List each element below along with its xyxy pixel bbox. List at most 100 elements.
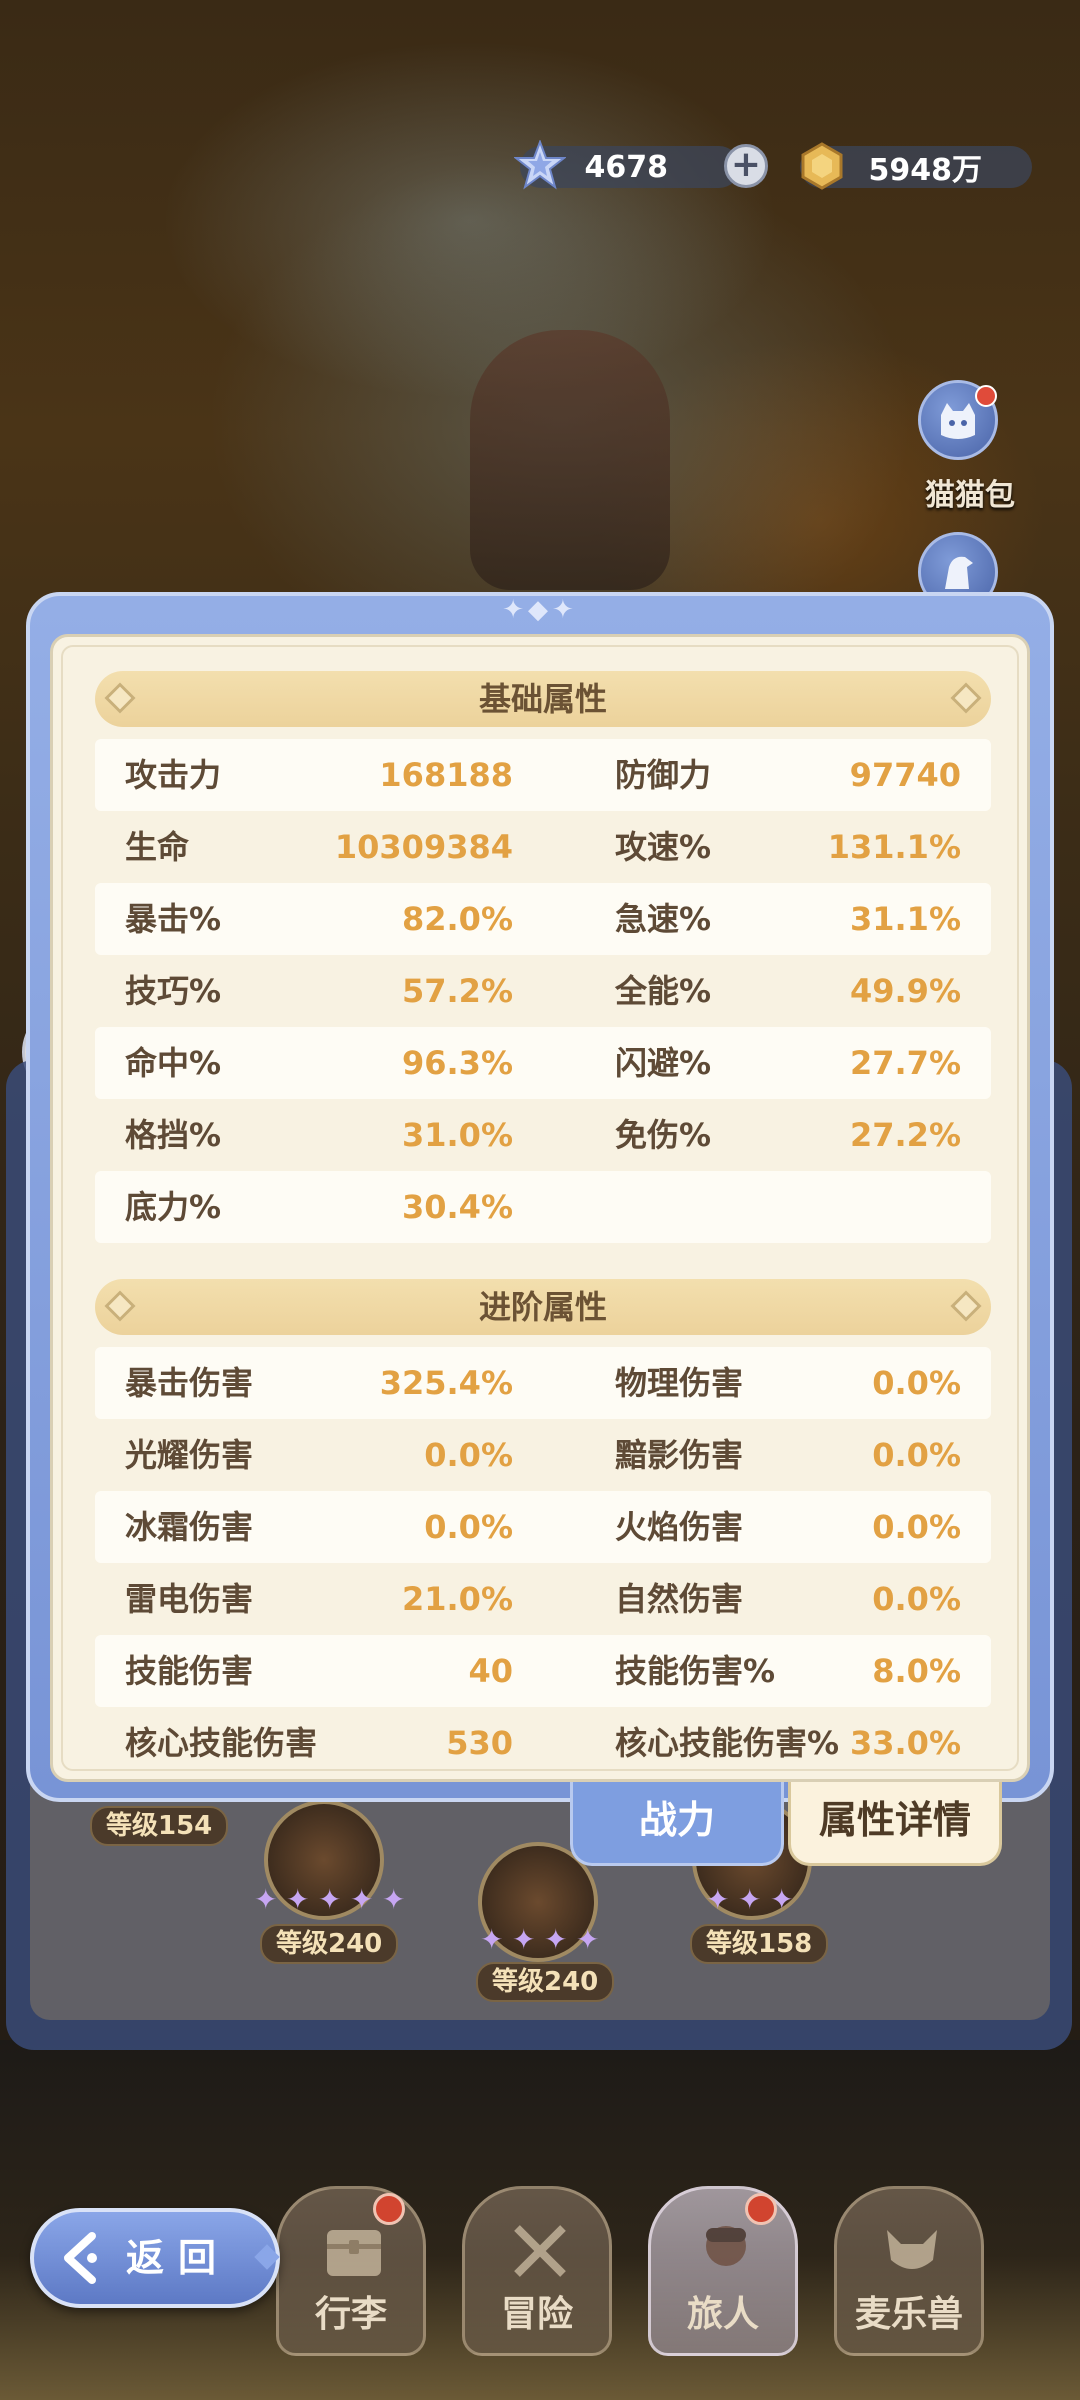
attribute-value: 325.4% [379, 1364, 513, 1402]
attribute-label: 攻击力 [125, 756, 222, 794]
nav-pets[interactable]: 麦乐兽 [834, 2186, 984, 2356]
attribute-row: 技能伤害 40 技能伤害% 8.0% [95, 1635, 991, 1707]
attribute-value: 96.3% [401, 1044, 513, 1082]
advanced-attributes-header: 进阶属性 [95, 1279, 991, 1335]
attribute-value: 10309384 [334, 828, 513, 866]
attribute-label: 冰霜伤害 [125, 1508, 254, 1546]
cat-bag-button[interactable] [918, 380, 998, 460]
gem-count: 4678 [584, 149, 669, 185]
diamond-ornament-icon [104, 1290, 136, 1322]
gem-counter: 4678 [514, 140, 740, 190]
diamond-ornament-icon [950, 1290, 982, 1322]
section-title: 进阶属性 [478, 1288, 607, 1326]
horse-icon [945, 556, 973, 589]
attribute-value: 40 [468, 1652, 513, 1690]
attribute-label: 全能% [615, 972, 712, 1010]
attribute-label: 命中% [125, 1044, 222, 1082]
nav-label: 冒险 [500, 2294, 573, 2335]
attribute-value: 27.7% [849, 1044, 961, 1082]
star-rating: ✦ ✦ ✦ ✦ ✦ [254, 1883, 406, 1916]
star-rating: ✦ ✦ ✦ [706, 1883, 794, 1916]
notification-dot [373, 2193, 405, 2225]
attribute-value: 21.0% [401, 1580, 513, 1618]
attribute-label: 闪避% [615, 1044, 712, 1082]
nav-label: 旅人 [686, 2294, 759, 2335]
back-arrow-icon [64, 2232, 97, 2284]
tab-power[interactable]: 战力 [570, 1782, 784, 1866]
attribute-label: 攻速% [615, 828, 712, 866]
diamond-ornament-icon [104, 682, 136, 714]
attribute-label: 格挡% [125, 1116, 222, 1154]
attribute-value: 0.0% [872, 1580, 961, 1618]
attribute-label: 技能伤害 [125, 1652, 254, 1690]
gold-counter: 5948万 [800, 142, 1032, 190]
attribute-label: 核心技能伤害 [125, 1724, 318, 1762]
attribute-row: 攻击力 168188 防御力 97740 [95, 739, 991, 811]
back-button[interactable]: 返回 [30, 2208, 280, 2308]
hero-character [470, 330, 670, 590]
attribute-row: 底力% 30.4% [95, 1171, 991, 1243]
notification-dot [745, 2193, 777, 2225]
back-label: 返回 [126, 2236, 231, 2280]
level-tag: 等级240 [260, 1924, 399, 1964]
attribute-label: 物理伤害 [615, 1364, 744, 1402]
attribute-value: 82.0% [401, 900, 513, 938]
nav-label: 麦乐兽 [854, 2294, 963, 2335]
attribute-label: 防御力 [615, 756, 712, 794]
attribute-label: 雷电伤害 [125, 1580, 254, 1618]
attribute-label: 暴击% [125, 900, 222, 938]
diamond-ornament-icon [950, 682, 982, 714]
fox-icon [872, 2211, 952, 2291]
attribute-row: 雷电伤害 21.0% 自然伤害 0.0% [95, 1563, 991, 1635]
star-gem-icon [514, 140, 566, 192]
attribute-value: 31.0% [401, 1116, 513, 1154]
attribute-label: 火焰伤害 [615, 1508, 744, 1546]
attribute-row: 核心技能伤害 530 核心技能伤害% 33.0% [95, 1707, 991, 1779]
attribute-value: 131.1% [827, 828, 961, 866]
attribute-label: 急速% [615, 900, 712, 938]
attribute-value: 49.9% [849, 972, 961, 1010]
level-tag: 等级158 [690, 1924, 829, 1964]
attribute-value: 0.0% [424, 1436, 513, 1474]
nav-traveler[interactable]: 旅人 [648, 2186, 798, 2356]
gold-count: 5948万 [868, 153, 983, 188]
attribute-label: 技巧% [125, 972, 222, 1010]
attribute-row: 光耀伤害 0.0% 黯影伤害 0.0% [95, 1419, 991, 1491]
nav-adventure[interactable]: 冒险 [462, 2186, 612, 2356]
attribute-label: 底力% [125, 1188, 222, 1226]
nav-luggage[interactable]: 行李 [276, 2186, 426, 2356]
crossed-swords-icon [500, 2211, 580, 2291]
attribute-value: 530 [446, 1724, 513, 1762]
attribute-label: 免伤% [615, 1116, 712, 1154]
attribute-row: 格挡% 31.0% 免伤% 27.2% [95, 1099, 991, 1171]
attribute-panel[interactable]: 基础属性 攻击力 168188 防御力 97740 生命 10309384 攻速% 131.1… [50, 634, 1030, 1782]
attribute-label: 暴击伤害 [125, 1364, 254, 1402]
attribute-row: 生命 10309384 攻速% 131.1% [95, 811, 991, 883]
star-rating: ✦ ✦ ✦ ✦ [480, 1923, 600, 1956]
attribute-label: 生命 [125, 828, 190, 866]
attribute-value: 0.0% [872, 1364, 961, 1402]
attribute-value: 30.4% [401, 1188, 513, 1226]
skill-effect-glow [160, 40, 780, 400]
notification-dot [975, 385, 997, 407]
attribute-label: 光耀伤害 [125, 1436, 254, 1474]
add-gems-button[interactable]: + [724, 144, 768, 188]
attribute-row: 暴击伤害 325.4% 物理伤害 0.0% [95, 1347, 991, 1419]
gold-coin-icon [796, 140, 848, 192]
attribute-value: 97740 [849, 756, 961, 794]
attribute-label: 黯影伤害 [615, 1436, 744, 1474]
level-tag: 等级154 [90, 1806, 229, 1846]
attribute-value: 0.0% [872, 1436, 961, 1474]
attribute-value: 168188 [379, 756, 513, 794]
cat-bag-icon [941, 403, 975, 439]
tab-attribute-details[interactable]: 属性详情 [788, 1782, 1002, 1866]
level-tag: 等级240 [476, 1962, 615, 2002]
attribute-row: 冰霜伤害 0.0% 火焰伤害 0.0% [95, 1491, 991, 1563]
attribute-label: 自然伤害 [615, 1580, 744, 1618]
attribute-value: 8.0% [872, 1652, 961, 1690]
attribute-row: 命中% 96.3% 闪避% 27.7% [95, 1027, 991, 1099]
attribute-value: 31.1% [849, 900, 961, 938]
basic-attributes-header: 基础属性 [95, 671, 991, 727]
attribute-row: 暴击% 82.0% 急速% 31.1% [95, 883, 991, 955]
modal-ornament: ✦◆✦ [502, 595, 578, 625]
